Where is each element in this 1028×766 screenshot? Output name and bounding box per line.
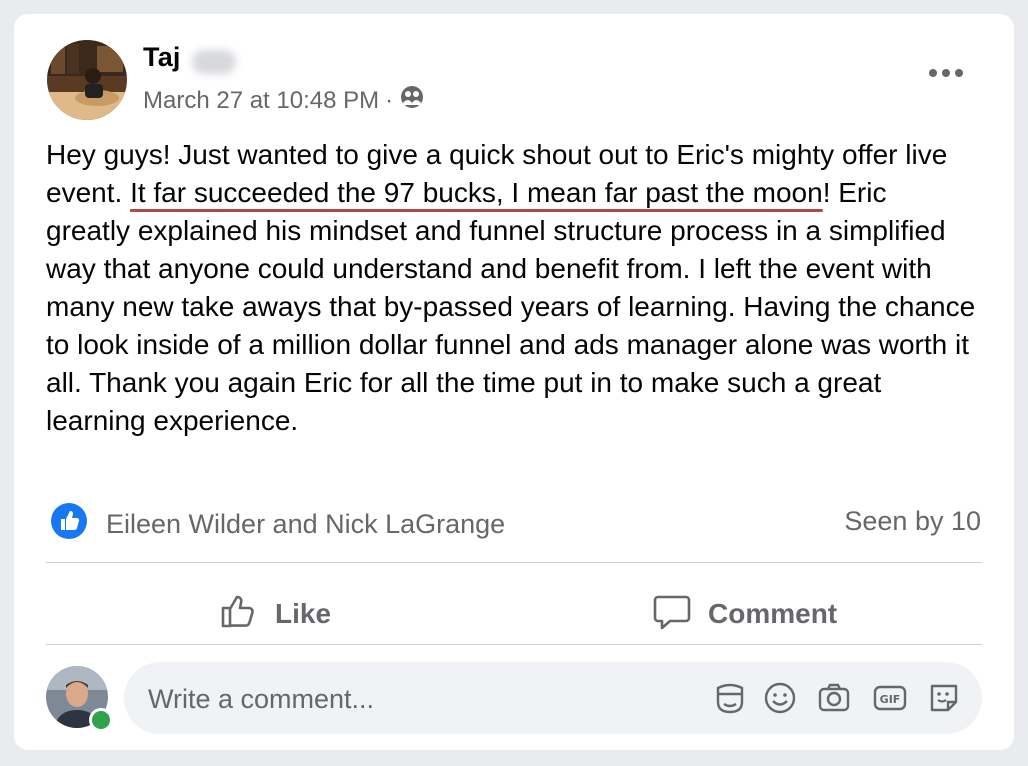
comment-label: Comment — [708, 598, 838, 629]
post-text-rest: ! Eric greatly explained his mindset and… — [46, 177, 976, 436]
like-label: Like — [275, 598, 332, 629]
redacted-name-blur — [192, 50, 236, 74]
reactor-names[interactable]: Eileen Wilder and Nick LaGrange — [106, 509, 505, 540]
thumbs-up-icon — [219, 591, 259, 638]
post-card: Taj March 27 at 10:48 PM · Hey guys! Jus… — [14, 14, 1014, 750]
svg-text:GIF: GIF — [880, 693, 901, 706]
author-name[interactable]: Taj — [143, 42, 181, 73]
sticker-icon[interactable] — [926, 680, 962, 716]
reaction-summary[interactable]: Eileen Wilder and Nick LaGrange — [50, 502, 505, 547]
comment-bubble-icon — [652, 591, 692, 638]
more-options-icon[interactable] — [925, 58, 967, 88]
meta-separator: · — [385, 86, 394, 114]
post-text-highlight: It far succeeded the 97 bucks, I mean fa… — [130, 177, 823, 208]
comment-button[interactable]: Comment — [652, 586, 837, 642]
like-reaction-icon — [50, 502, 88, 547]
comment-placeholder: Write a comment... — [148, 684, 375, 714]
post-timestamp[interactable]: March 27 at 10:48 PM — [143, 87, 379, 115]
camera-icon[interactable] — [816, 680, 852, 716]
like-button[interactable]: Like — [219, 586, 331, 642]
seen-count[interactable]: Seen by 10 — [844, 506, 981, 537]
emoji-icon[interactable] — [762, 680, 798, 716]
divider-top — [46, 562, 982, 563]
post-body: Hey guys! Just wanted to give a quick sh… — [46, 136, 976, 440]
group-audience-icon[interactable] — [399, 84, 425, 117]
comment-input[interactable]: Write a comment... GIF — [124, 662, 982, 734]
avatar-sticker-icon[interactable] — [712, 680, 748, 716]
author-avatar[interactable] — [47, 40, 127, 120]
post-meta: March 27 at 10:48 PM · — [143, 84, 425, 117]
gif-icon[interactable]: GIF — [872, 680, 908, 716]
divider-bottom — [46, 644, 982, 645]
online-status-indicator — [89, 708, 113, 732]
